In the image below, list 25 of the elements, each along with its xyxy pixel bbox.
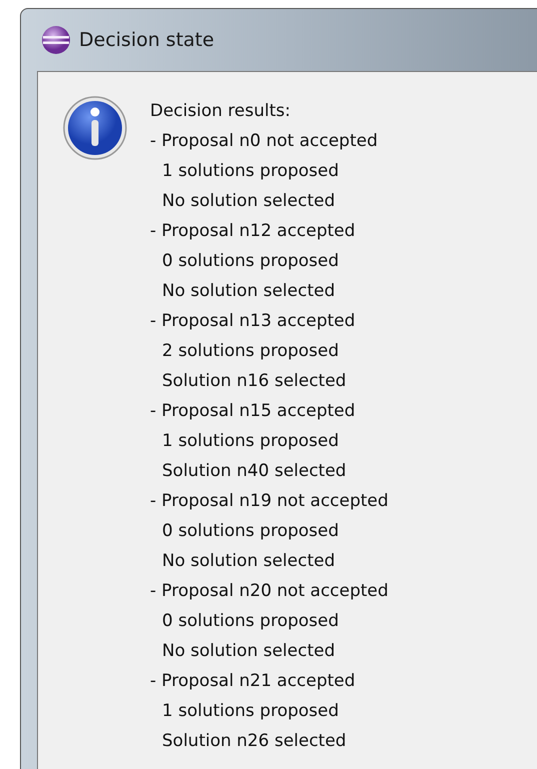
proposal-line: - Proposal n12 accepted: [150, 220, 356, 243]
solutions-count: 0 solutions proposed: [161, 520, 340, 543]
selection-line: No solution selected: [161, 550, 336, 573]
solutions-count: 0 solutions proposed: [161, 250, 340, 273]
selection-line: Solution n40 selected: [161, 460, 348, 483]
solutions-count: 1 solutions proposed: [161, 700, 340, 723]
selection-line: No solution selected: [161, 190, 336, 213]
info-icon: [63, 96, 127, 160]
selection-line: No solution selected: [161, 280, 336, 303]
selection-line: Solution n26 selected: [161, 730, 348, 753]
window-title: Decision state: [79, 28, 214, 53]
proposal-line: - Proposal n21 accepted: [150, 670, 356, 693]
proposal-line: - Proposal n15 accepted: [150, 400, 356, 423]
proposal-line: - Proposal n13 accepted: [150, 310, 356, 333]
solutions-count: 1 solutions proposed: [161, 430, 340, 453]
solutions-count: 0 solutions proposed: [161, 610, 340, 633]
proposal-line: - Proposal n19 not accepted: [150, 490, 388, 513]
globe-icon: [41, 25, 71, 55]
solutions-count: 1 solutions proposed: [161, 160, 340, 183]
solutions-count: 2 solutions proposed: [161, 340, 340, 363]
selection-line: Solution n16 selected: [161, 370, 348, 393]
message-heading: Decision results:: [150, 100, 292, 123]
selection-line: No solution selected: [161, 640, 336, 663]
proposal-line: - Proposal n20 not accepted: [150, 580, 388, 603]
proposal-line: - Proposal n0 not accepted: [150, 130, 379, 153]
